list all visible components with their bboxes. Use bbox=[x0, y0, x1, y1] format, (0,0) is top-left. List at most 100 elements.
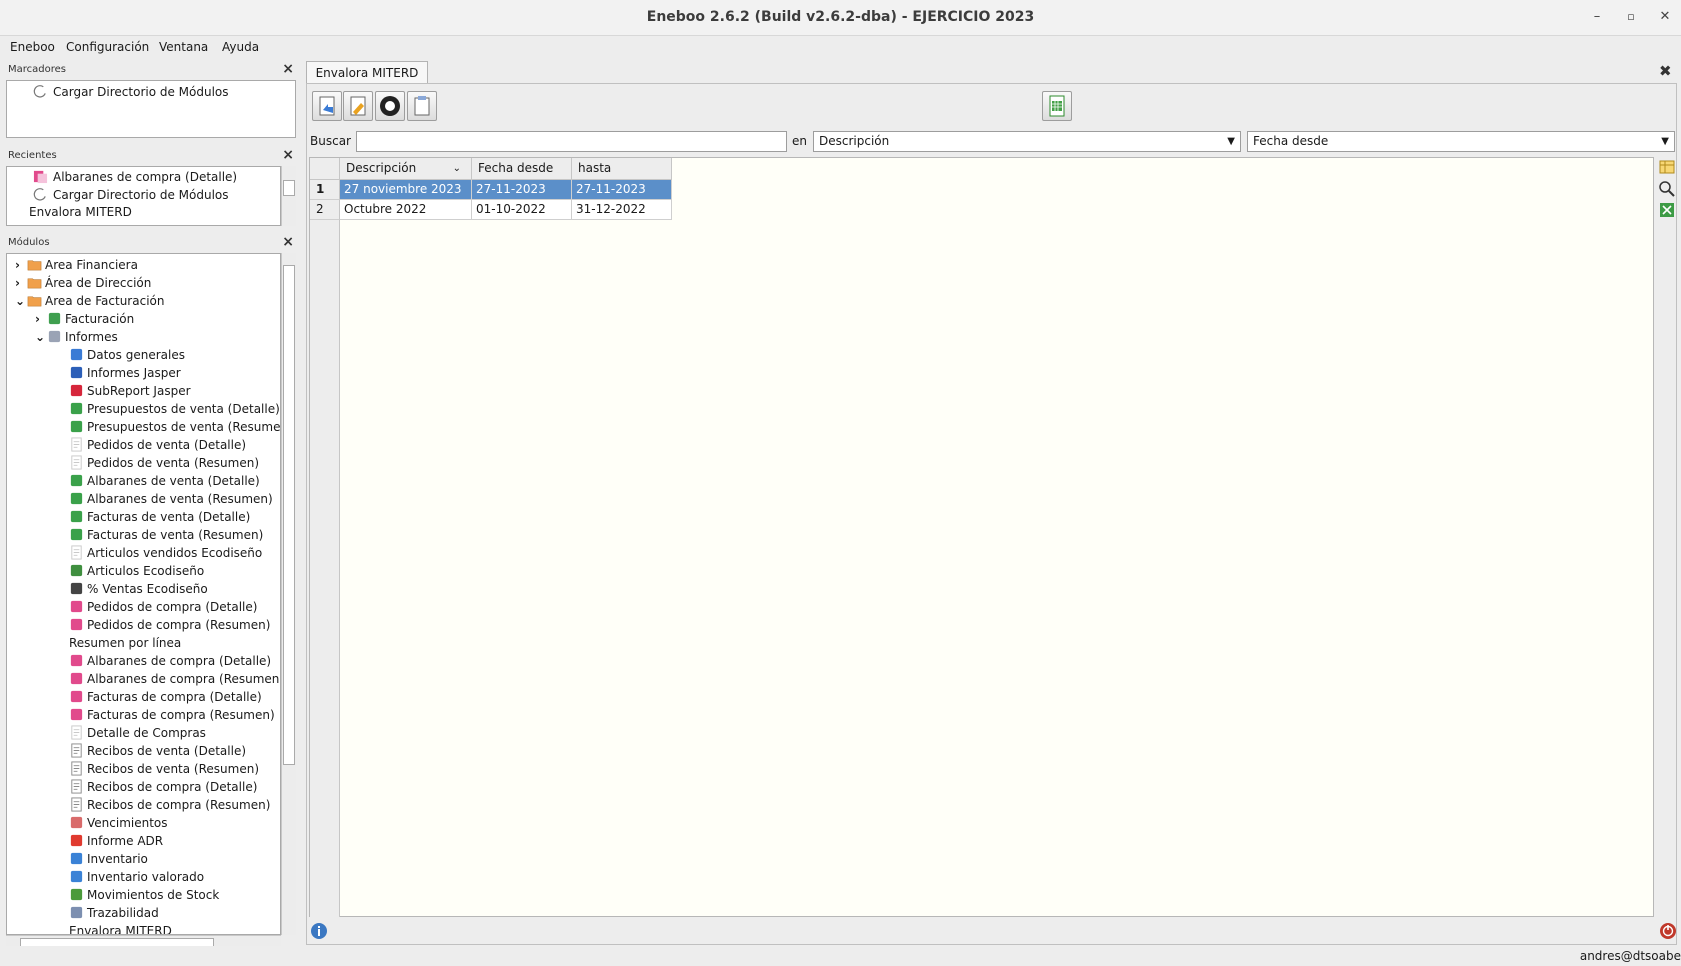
column-header-fecha-desde[interactable]: Fecha desde bbox=[472, 158, 572, 180]
tree-item[interactable]: › Area Financiera bbox=[7, 256, 280, 274]
scroll-thumb[interactable] bbox=[283, 265, 295, 765]
tree-item[interactable]: Albaranes de compra (Resumen) bbox=[7, 670, 280, 688]
chevron-down-icon: ▼ bbox=[1227, 136, 1235, 147]
recent-label: Cargar Directorio de Módulos bbox=[53, 188, 229, 202]
tree-item[interactable]: Pedidos de compra (Detalle) bbox=[7, 598, 280, 616]
tree-item[interactable]: SubReport Jasper bbox=[7, 382, 280, 400]
row-number[interactable]: 1 bbox=[310, 180, 340, 200]
tree-item[interactable]: Recibos de venta (Resumen) bbox=[7, 760, 280, 778]
collapse-arrow-icon[interactable]: ⌄ bbox=[15, 292, 25, 310]
recents-scrollbar[interactable] bbox=[281, 166, 296, 226]
sales-report-icon bbox=[70, 510, 83, 523]
tree-item[interactable]: Recibos de compra (Detalle) bbox=[7, 778, 280, 796]
tree-item[interactable]: Recibos de compra (Resumen) bbox=[7, 796, 280, 814]
menu-ayuda[interactable]: Ayuda bbox=[222, 40, 259, 54]
menu-ventana[interactable]: Ventana bbox=[159, 40, 208, 54]
column-config-icon[interactable] bbox=[1658, 158, 1676, 176]
tree-item[interactable]: Trazabilidad bbox=[7, 904, 280, 922]
tree-item[interactable]: Presupuestos de venta (Resumen) bbox=[7, 418, 280, 436]
tree-item[interactable]: Informe ADR bbox=[7, 832, 280, 850]
column-header-hasta[interactable]: hasta bbox=[572, 158, 672, 180]
table-cell[interactable]: 31-12-2022 bbox=[572, 200, 672, 220]
tree-item[interactable]: Envalora MITERD bbox=[7, 922, 280, 934]
expand-arrow-icon[interactable]: › bbox=[15, 274, 20, 292]
tree-item[interactable]: Vencimientos bbox=[7, 814, 280, 832]
menu-eneboo[interactable]: Eneboo bbox=[10, 40, 55, 54]
table-cell[interactable]: 01-10-2022 bbox=[472, 200, 572, 220]
table-cell[interactable]: 27-11-2023 bbox=[572, 180, 672, 200]
document-icon bbox=[71, 725, 82, 740]
tree-item[interactable]: Facturas de compra (Resumen) bbox=[7, 706, 280, 724]
tree-item[interactable]: Presupuestos de venta (Detalle) bbox=[7, 400, 280, 418]
delete-record-icon bbox=[380, 96, 400, 116]
close-button[interactable]: ✕ bbox=[1655, 8, 1675, 26]
tree-item[interactable]: ⌄ Informes bbox=[7, 328, 280, 346]
modules-close-icon[interactable]: × bbox=[282, 234, 294, 250]
tree-item[interactable]: Informes Jasper bbox=[7, 364, 280, 382]
info-icon[interactable] bbox=[310, 922, 328, 940]
table-cell[interactable]: 27-11-2023 bbox=[472, 180, 572, 200]
recents-close-icon[interactable]: × bbox=[282, 147, 294, 163]
magnifier-icon[interactable] bbox=[1658, 180, 1676, 198]
tree-item[interactable]: Albaranes de venta (Resumen) bbox=[7, 490, 280, 508]
table-cell[interactable]: Octubre 2022 bbox=[340, 200, 472, 220]
bookmark-label: Cargar Directorio de Módulos bbox=[53, 85, 229, 99]
search-field-select[interactable]: Descripción ▼ bbox=[813, 131, 1241, 152]
stock-moves-icon bbox=[70, 888, 83, 901]
insert-button[interactable] bbox=[312, 91, 342, 121]
restore-button[interactable]: ▫ bbox=[1621, 8, 1641, 26]
window-title: Eneboo 2.6.2 (Build v2.6.2-dba) - EJERCI… bbox=[646, 9, 1035, 25]
recent-item[interactable]: Envalora MITERD bbox=[29, 203, 132, 221]
tree-item[interactable]: Facturas de compra (Detalle) bbox=[7, 688, 280, 706]
jasper-icon bbox=[70, 366, 83, 379]
delete-button[interactable] bbox=[375, 91, 405, 121]
power-icon[interactable] bbox=[1659, 922, 1677, 940]
tree-item[interactable]: ⌄ Area de Facturación bbox=[7, 292, 280, 310]
tree-item[interactable]: Articulos Ecodiseño bbox=[7, 562, 280, 580]
menu-configuracion[interactable]: Configuración bbox=[66, 40, 149, 54]
edit-button[interactable] bbox=[343, 91, 373, 121]
bookmarks-close-icon[interactable]: × bbox=[282, 61, 294, 77]
tree-item-label: Recibos de venta (Resumen) bbox=[87, 762, 259, 776]
title-bar: Eneboo 2.6.2 (Build v2.6.2-dba) - EJERCI… bbox=[0, 0, 1681, 36]
collapse-arrow-icon[interactable]: ⌄ bbox=[35, 328, 45, 346]
expand-arrow-icon[interactable]: › bbox=[15, 256, 20, 274]
spreadsheet-icon bbox=[1049, 95, 1065, 117]
tree-item[interactable]: Detalle de Compras bbox=[7, 724, 280, 742]
tree-item[interactable]: Movimientos de Stock bbox=[7, 886, 280, 904]
search-field2-select[interactable]: Fecha desde ▼ bbox=[1247, 131, 1675, 152]
excel-export-icon[interactable] bbox=[1658, 201, 1676, 219]
scroll-thumb[interactable] bbox=[283, 180, 295, 196]
tree-item[interactable]: Facturas de venta (Resumen) bbox=[7, 526, 280, 544]
row-number[interactable]: 2 bbox=[310, 200, 340, 220]
export-spreadsheet-button[interactable] bbox=[1042, 91, 1072, 121]
tree-item[interactable]: Recibos de venta (Detalle) bbox=[7, 742, 280, 760]
tree-item[interactable]: % Ventas Ecodiseño bbox=[7, 580, 280, 598]
expand-arrow-icon[interactable]: › bbox=[35, 310, 40, 328]
tree-item[interactable]: Pedidos de venta (Resumen) bbox=[7, 454, 280, 472]
column-header-descripcion[interactable]: Descripción ⌄ bbox=[340, 158, 472, 180]
minimize-button[interactable]: – bbox=[1587, 8, 1607, 26]
tree-item[interactable]: › Facturación bbox=[7, 310, 280, 328]
tree-item[interactable]: Pedidos de venta (Detalle) bbox=[7, 436, 280, 454]
modules-scrollbar[interactable] bbox=[281, 253, 296, 935]
tab-envalora-miterd[interactable]: Envalora MITERD bbox=[306, 61, 428, 84]
reports-icon bbox=[48, 330, 61, 343]
table-cell[interactable]: 27 noviembre 2023 bbox=[340, 180, 472, 200]
edit-record-icon bbox=[350, 96, 366, 116]
tree-item[interactable]: Inventario valorado bbox=[7, 868, 280, 886]
tree-item[interactable]: Albaranes de venta (Detalle) bbox=[7, 472, 280, 490]
tree-item[interactable]: Inventario bbox=[7, 850, 280, 868]
browse-button[interactable] bbox=[407, 91, 437, 121]
tree-item[interactable]: Resumen por línea bbox=[7, 634, 280, 652]
tree-item[interactable]: Datos generales bbox=[7, 346, 280, 364]
tree-item[interactable]: Facturas de venta (Detalle) bbox=[7, 508, 280, 526]
search-input[interactable] bbox=[356, 131, 787, 152]
tree-item-label: Pedidos de compra (Detalle) bbox=[87, 600, 258, 614]
tree-item[interactable]: Pedidos de compra (Resumen) bbox=[7, 616, 280, 634]
close-tab-icon[interactable]: ✖ bbox=[1659, 62, 1672, 80]
tree-item[interactable]: Articulos vendidos Ecodiseño bbox=[7, 544, 280, 562]
leaf-icon bbox=[70, 564, 83, 577]
tree-item[interactable]: Albaranes de compra (Detalle) bbox=[7, 652, 280, 670]
tree-item[interactable]: › Área de Dirección bbox=[7, 274, 280, 292]
